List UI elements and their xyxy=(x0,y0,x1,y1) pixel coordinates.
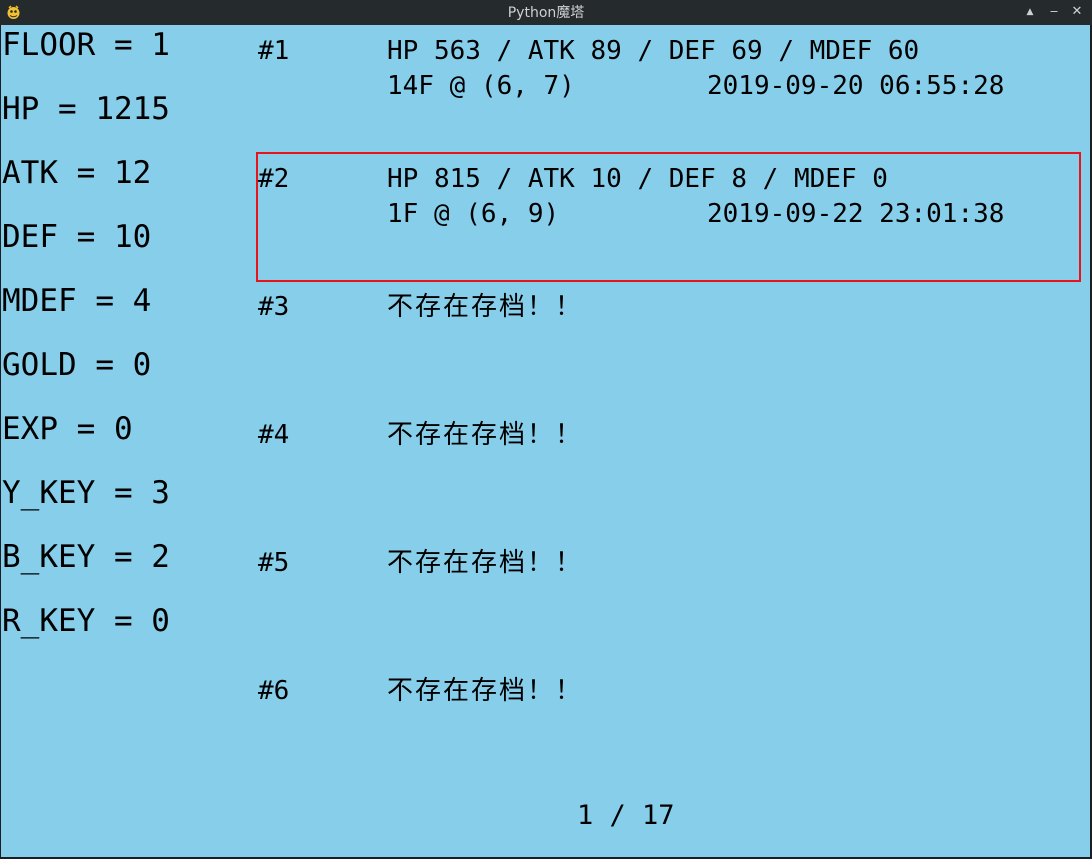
stat-hp: HP = 1215 xyxy=(2,91,170,127)
slot-number: #5 xyxy=(258,548,290,578)
slot-number: #3 xyxy=(258,292,290,322)
save-slot-1[interactable]: #1 HP 563 / ATK 89 / DEF 69 / MDEF 60 14… xyxy=(257,25,1077,153)
save-slot-4[interactable]: #4 不存在存档！！ xyxy=(257,409,1077,537)
game-canvas[interactable]: FLOOR = 1 HP = 1215 ATK = 12 DEF = 10 MD… xyxy=(1,25,1090,857)
stat-atk: ATK = 12 xyxy=(2,155,152,191)
slot-date: 2019-09-20 06:55:28 xyxy=(707,71,1005,101)
slot-number: #2 xyxy=(258,164,290,194)
save-slot-5[interactable]: #5 不存在存档！！ xyxy=(257,537,1077,665)
slot-date: 2019-09-22 23:01:38 xyxy=(707,199,1005,229)
slot-stats: HP 563 / ATK 89 / DEF 69 / MDEF 60 xyxy=(387,36,920,66)
stat-yellow-key: Y_KEY = 3 xyxy=(2,475,170,511)
title-bar[interactable]: Python魔塔 ▲ ‒ ✕ xyxy=(0,0,1092,25)
close-icon[interactable]: ✕ xyxy=(1067,2,1087,22)
slot-number: #1 xyxy=(258,36,290,66)
slot-location: 14F @ (6, 7) xyxy=(387,71,575,101)
stat-floor: FLOOR = 1 xyxy=(2,27,170,63)
player-stats: FLOOR = 1 HP = 1215 ATK = 12 DEF = 10 MD… xyxy=(2,25,252,665)
save-slot-2[interactable]: #2 HP 815 / ATK 10 / DEF 8 / MDEF 0 1F @… xyxy=(256,152,1081,282)
slot-empty-message: 不存在存档！！ xyxy=(387,292,584,322)
slot-empty-message: 不存在存档！！ xyxy=(387,420,584,450)
stat-mdef: MDEF = 4 xyxy=(2,283,152,319)
slot-number: #4 xyxy=(258,420,290,450)
stat-blue-key: B_KEY = 2 xyxy=(2,539,170,575)
save-slot-3[interactable]: #3 不存在存档！！ xyxy=(257,281,1077,409)
slot-empty-message: 不存在存档！！ xyxy=(387,548,584,578)
save-slot-6[interactable]: #6 不存在存档！！ xyxy=(257,665,1077,793)
stat-red-key: R_KEY = 0 xyxy=(2,603,170,639)
stat-exp: EXP = 0 xyxy=(2,411,133,447)
maximize-icon[interactable]: ▲ xyxy=(1020,2,1040,22)
slot-empty-message: 不存在存档！！ xyxy=(387,676,584,706)
slot-location: 1F @ (6, 9) xyxy=(387,199,560,229)
stat-gold: GOLD = 0 xyxy=(2,347,152,383)
slot-stats: HP 815 / ATK 10 / DEF 8 / MDEF 0 xyxy=(387,164,888,194)
app-window: Python魔塔 ▲ ‒ ✕ FLOOR = 1 HP = 1215 ATK =… xyxy=(0,0,1092,859)
stat-def: DEF = 10 xyxy=(2,219,152,255)
page-indicator: 1 / 17 xyxy=(577,800,675,831)
minimize-icon[interactable]: ‒ xyxy=(1044,2,1064,22)
window-title: Python魔塔 xyxy=(507,5,585,21)
slot-number: #6 xyxy=(258,676,290,706)
